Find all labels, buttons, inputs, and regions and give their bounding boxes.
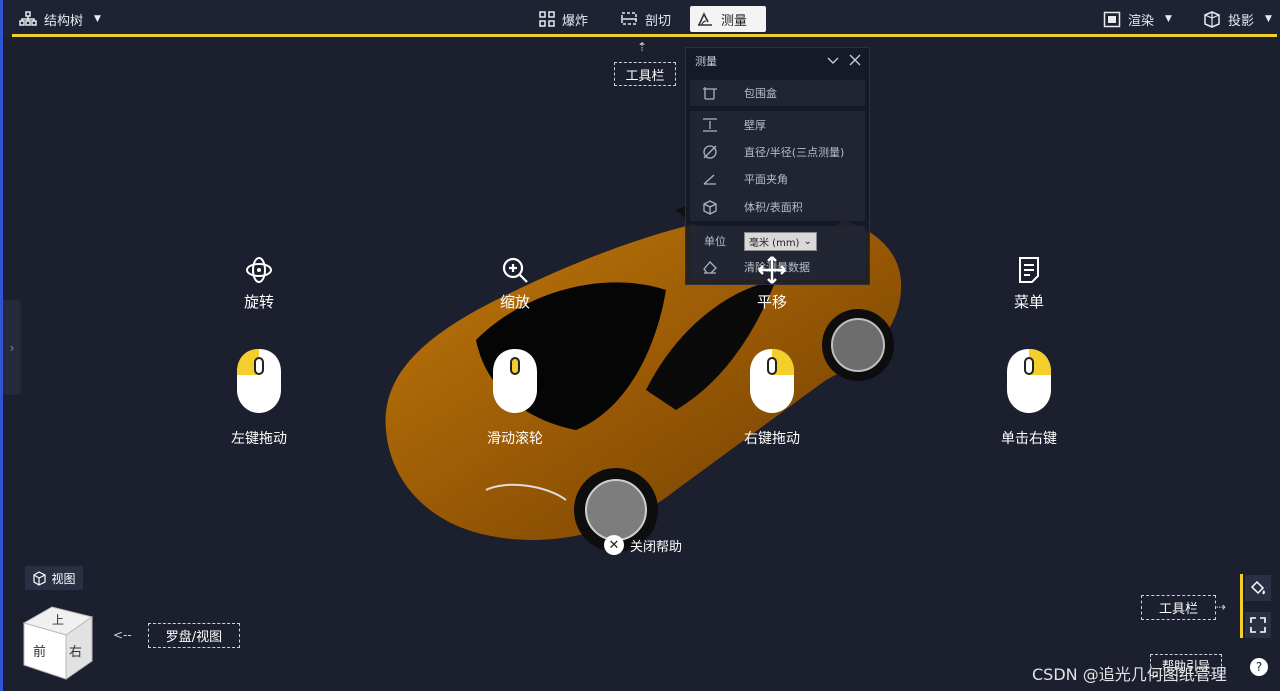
unit-label: 单位	[704, 235, 726, 248]
help-mouse-label: 左键拖动	[231, 431, 287, 447]
help-zoom: 缩放	[455, 255, 575, 312]
help-menu: 菜单	[969, 255, 1089, 312]
paint-bucket-icon	[1250, 580, 1265, 595]
chevron-down-icon: ▼	[1265, 14, 1272, 24]
measure-item-volume[interactable]: 体积/表面积	[690, 194, 865, 220]
menu-icon	[969, 255, 1089, 285]
projection-button[interactable]: 投影 ▼	[1197, 6, 1278, 32]
measure-item-angle[interactable]: 平面夹角	[690, 166, 865, 192]
render-label: 渲染	[1128, 13, 1155, 29]
chevron-right-icon: ›	[9, 340, 15, 355]
close-help-button[interactable]: ✕ 关闭帮助	[604, 535, 682, 555]
measure-panel-header: 测量	[686, 48, 869, 74]
pan-icon	[712, 255, 832, 285]
help-mouse-label: 右键拖动	[744, 431, 800, 447]
structure-tree-label: 结构树	[44, 13, 84, 29]
close-icon: ✕	[604, 535, 624, 555]
render-icon	[1103, 11, 1121, 27]
measure-item-diameter[interactable]: 直径/半径(三点测量)	[690, 139, 865, 165]
help-mouse-label: 滑动滚轮	[487, 431, 543, 447]
help-mouse-wheel: 滑动滚轮	[455, 348, 575, 448]
top-toolbar: 结构树 ▼ 爆炸 剖切 测量 渲染 ▼ 投影 ▼	[3, 0, 1280, 36]
callout-arrow-left-icon: <--	[113, 628, 132, 642]
fullscreen-icon	[1250, 617, 1266, 633]
sidebar-expand-tab[interactable]: ›	[3, 300, 21, 395]
volume-icon	[690, 199, 730, 215]
measure-item-bounding-box[interactable]: 包围盒	[690, 80, 865, 106]
explode-button[interactable]: 爆炸	[533, 6, 594, 32]
zoom-icon	[455, 255, 575, 285]
measure-item-label: 平面夹角	[744, 173, 788, 186]
diameter-icon	[690, 144, 730, 160]
help-mouse-label: 单击右键	[1001, 431, 1057, 447]
help-mouse-right: 右键拖动	[712, 348, 832, 448]
callout-arrow-right-icon: ⇢	[1216, 600, 1227, 614]
right-toolbar-accent-line	[1240, 574, 1243, 638]
help-icon[interactable]: ?	[1250, 658, 1268, 676]
unit-select[interactable]: 毫米 (mm) ⌄	[744, 231, 817, 251]
callout-arrow-up-icon: ⇡	[637, 40, 648, 54]
view-button-label: 视图	[51, 571, 76, 586]
rotate-icon	[199, 255, 319, 285]
help-action-label: 菜单	[1013, 293, 1044, 311]
help-action-label: 缩放	[499, 293, 530, 311]
collapse-icon[interactable]	[827, 54, 839, 66]
measure-item-label: 包围盒	[744, 87, 777, 100]
fullscreen-button[interactable]	[1245, 612, 1271, 638]
toolbar-accent-line	[12, 34, 1277, 37]
explode-icon	[539, 11, 555, 27]
projection-icon	[1204, 10, 1220, 28]
right-toolbar-callout: 工具栏	[1141, 595, 1216, 620]
cube-face-front: 前	[33, 645, 47, 660]
measure-icon	[698, 12, 712, 26]
close-help-label: 关闭帮助	[630, 539, 683, 555]
measure-item-label: 直径/半径(三点测量)	[744, 146, 845, 159]
chevron-down-icon: ▼	[1165, 14, 1172, 24]
measure-item-wall-thickness[interactable]: 壁厚	[690, 112, 865, 138]
view-button[interactable]: 视图	[25, 566, 83, 590]
cube-icon	[33, 570, 47, 586]
measure-item-label: 壁厚	[744, 119, 766, 132]
toolbar-callout: 工具栏	[614, 62, 676, 86]
help-action-label: 旋转	[243, 293, 274, 311]
measure-button[interactable]: 测量	[690, 6, 766, 32]
measure-panel: 测量 包围盒 壁厚 直径/半径(三点测量) 平面夹角 体积/表面积 单位 毫米 …	[685, 47, 870, 285]
section-button[interactable]: 剖切	[614, 6, 677, 32]
measure-unit-row: 单位 毫米 (mm) ⌄	[690, 228, 865, 254]
cube-face-top: 上	[52, 613, 65, 627]
measure-panel-title: 测量	[695, 55, 717, 68]
view-cube[interactable]: 上 前 右	[22, 603, 94, 681]
wall-thickness-icon	[690, 118, 730, 132]
help-action-label: 平移	[756, 293, 787, 311]
help-pan: 平移	[712, 255, 832, 312]
section-icon	[621, 12, 637, 25]
measure-item-label: 体积/表面积	[744, 201, 803, 214]
measure-label: 测量	[721, 13, 748, 29]
explode-label: 爆炸	[562, 13, 589, 29]
angle-icon	[690, 172, 730, 186]
bounding-box-icon	[690, 86, 730, 100]
mouse-right-click-icon	[712, 348, 832, 414]
render-button[interactable]: 渲染 ▼	[1097, 6, 1178, 32]
help-mouse-left: 左键拖动	[199, 348, 319, 448]
unit-select-value: 毫米 (mm)	[749, 237, 800, 249]
close-icon[interactable]	[849, 54, 861, 66]
structure-tree-icon	[19, 11, 37, 26]
mouse-left-click-icon	[199, 348, 319, 414]
compass-view-callout: 罗盘/视图	[148, 623, 240, 648]
cube-face-right: 右	[69, 645, 83, 660]
help-rotate: 旋转	[199, 255, 319, 312]
section-label: 剖切	[645, 13, 672, 29]
paint-bucket-button[interactable]	[1245, 575, 1271, 601]
help-mouse-right-click: 单击右键	[969, 348, 1089, 448]
chevron-down-icon: ▼	[94, 14, 101, 24]
watermark-text: CSDN @追光几何图纸管理	[1032, 665, 1227, 684]
chevron-down-icon: ⌄	[803, 235, 812, 247]
mouse-right-click-icon	[969, 348, 1089, 414]
projection-label: 投影	[1228, 13, 1255, 29]
structure-tree-button[interactable]: 结构树 ▼	[13, 6, 107, 32]
mouse-wheel-icon	[455, 348, 575, 414]
